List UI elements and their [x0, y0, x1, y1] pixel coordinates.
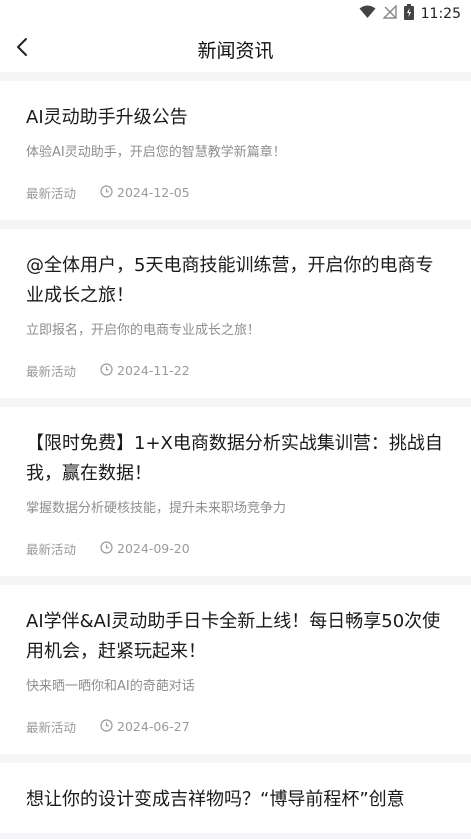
- news-title: @全体用户，5天电商技能训练营，开启你的电商专业成长之旅！: [26, 255, 434, 306]
- news-date: 2024-06-27: [100, 718, 190, 735]
- page-title: 新闻资讯: [197, 39, 274, 62]
- navigation-bar: 新闻资讯: [0, 26, 471, 72]
- battery-icon: [403, 4, 414, 24]
- clock-icon: [100, 184, 113, 201]
- news-date-text: 2024-06-27: [117, 719, 190, 734]
- news-description: 掌握数据分析硬核技能，提升未来职场竞争力: [26, 501, 287, 516]
- news-item[interactable]: AI灵动助手升级公告 体验AI灵动助手，开启您的智慧教学新篇章！ 最新活动 20…: [0, 81, 471, 220]
- no-signal-icon: [381, 4, 397, 23]
- news-list: AI灵动助手升级公告 体验AI灵动助手，开启您的智慧教学新篇章！ 最新活动 20…: [0, 72, 471, 833]
- status-icons: 11:25: [359, 4, 461, 24]
- news-date-text: 2024-11-22: [117, 363, 190, 378]
- news-item[interactable]: 【限时免费】1+X电商数据分析实战集训营：挑战自我，赢在数据！ 掌握数据分析硬核…: [0, 407, 471, 576]
- news-description: 快来晒一晒你和AI的奇葩对话: [26, 679, 195, 694]
- news-date: 2024-09-20: [100, 540, 190, 557]
- clock-icon: [100, 540, 113, 557]
- news-item[interactable]: AI学伴&AI灵动助手日卡全新上线！每日畅享50次使用机会，赶紧玩起来！ 快来晒…: [0, 585, 471, 754]
- wifi-icon: [359, 5, 376, 23]
- news-title: AI灵动助手升级公告: [26, 107, 188, 128]
- news-description: 体验AI灵动助手，开启您的智慧教学新篇章！: [26, 145, 286, 160]
- news-meta: 最新活动 2024-11-22: [26, 361, 445, 380]
- news-category: 最新活动: [26, 364, 77, 379]
- status-bar: 11:25: [0, 0, 471, 26]
- clock-time: 11:25: [420, 6, 461, 22]
- news-category: 最新活动: [26, 542, 77, 557]
- back-arrow-icon: [15, 37, 29, 61]
- news-category: 最新活动: [26, 186, 77, 201]
- news-date-text: 2024-12-05: [117, 185, 190, 200]
- news-date-text: 2024-09-20: [117, 541, 190, 556]
- news-meta: 最新活动 2024-09-20: [26, 539, 445, 558]
- news-item[interactable]: 想让你的设计变成吉祥物吗？“博导前程杯”创意: [0, 763, 471, 833]
- news-meta: 最新活动 2024-06-27: [26, 717, 445, 736]
- news-date: 2024-12-05: [100, 184, 190, 201]
- news-date: 2024-11-22: [100, 362, 190, 379]
- news-title: 想让你的设计变成吉祥物吗？“博导前程杯”创意: [26, 789, 405, 810]
- news-meta: 最新活动 2024-12-05: [26, 183, 445, 202]
- news-title: AI学伴&AI灵动助手日卡全新上线！每日畅享50次使用机会，赶紧玩起来！: [26, 611, 441, 662]
- news-description: 立即报名，开启你的电商专业成长之旅！: [26, 323, 261, 338]
- clock-icon: [100, 718, 113, 735]
- news-item[interactable]: @全体用户，5天电商技能训练营，开启你的电商专业成长之旅！ 立即报名，开启你的电…: [0, 229, 471, 398]
- news-title: 【限时免费】1+X电商数据分析实战集训营：挑战自我，赢在数据！: [26, 433, 443, 484]
- news-category: 最新活动: [26, 720, 77, 735]
- clock-icon: [100, 362, 113, 379]
- back-button[interactable]: [8, 35, 36, 63]
